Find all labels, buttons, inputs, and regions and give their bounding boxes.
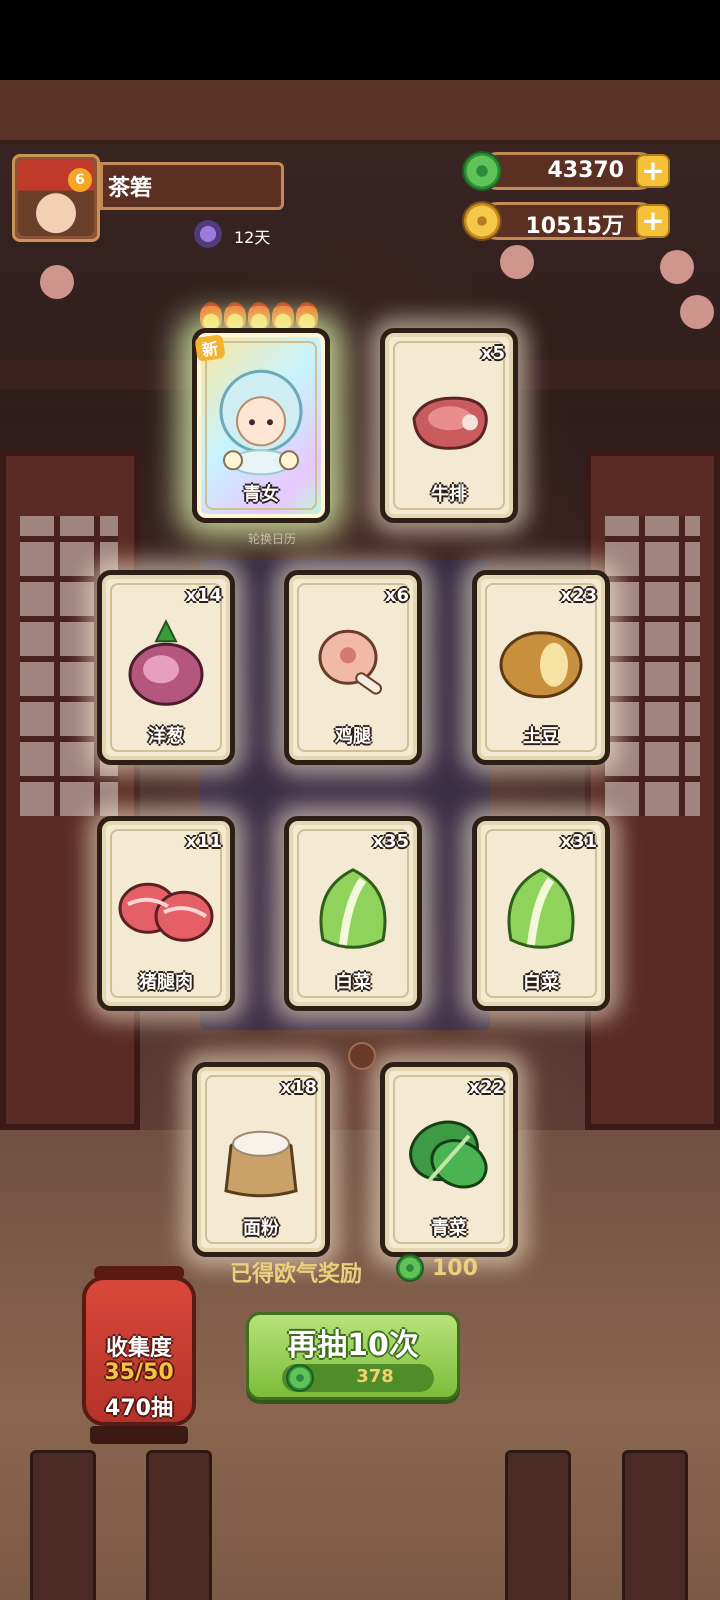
blossom-decoration (500, 245, 534, 279)
chicken-leg-icon (308, 619, 398, 713)
status-bar (0, 0, 720, 80)
card-quantity: x5 (480, 343, 505, 364)
wall-beam (0, 360, 720, 390)
card-item[interactable]: x18 面粉 (192, 1062, 330, 1257)
draw-cost: 378 (356, 1366, 394, 1387)
card-label: 面粉 (243, 1218, 279, 1239)
jade-amount: 43370 (547, 158, 624, 183)
rail-post (505, 1450, 571, 1600)
card-item[interactable]: x31 白菜 (472, 816, 610, 1011)
character-qingnv-icon (211, 366, 311, 480)
card-label: 白菜 (523, 972, 559, 993)
card-label: 猪腿肉 (139, 972, 193, 993)
add-coins-button[interactable]: + (636, 204, 670, 238)
rail-post (622, 1450, 688, 1600)
card-quantity: x11 (185, 831, 222, 852)
lucky-reward-label: 已得欧气奖励 (230, 1262, 363, 1287)
rotation-calendar-label[interactable]: 轮换日历 (248, 530, 296, 547)
lantern-stand (90, 1426, 188, 1444)
add-jade-button[interactable]: + (636, 154, 670, 188)
card-item[interactable]: x22 青菜 (380, 1062, 518, 1257)
card-label: 牛排 (431, 484, 467, 505)
roof-beam (0, 80, 720, 144)
flame-icon (248, 302, 270, 330)
card-label: 青女 (243, 484, 279, 505)
card-quantity: x31 (560, 831, 597, 852)
coin-amount: 10515万 (525, 214, 624, 239)
calendar-icon (194, 220, 222, 248)
lucky-reward-value: 100 (432, 1256, 478, 1281)
card-item[interactable]: x35 白菜 (284, 816, 422, 1011)
flame-icon (200, 302, 222, 330)
potato-icon (496, 625, 586, 709)
new-badge: 新 (194, 334, 226, 362)
card-quantity: x14 (185, 585, 222, 606)
card-label: 白菜 (335, 972, 371, 993)
card-item[interactable]: x5 牛排 (380, 328, 518, 523)
left-door (0, 450, 140, 1130)
flame-icon (272, 302, 294, 330)
greens-icon (399, 1106, 499, 1210)
right-door (585, 450, 720, 1130)
card-quantity: x18 (280, 1077, 317, 1098)
jade-icon (286, 1364, 314, 1392)
rail-post (146, 1450, 212, 1600)
pork-icon (116, 876, 216, 950)
flour-icon (211, 1106, 311, 1210)
cabbage-icon (491, 860, 591, 964)
flame-icon (296, 302, 318, 330)
level-badge-icon: 6 (68, 168, 92, 192)
login-days: 12天 (234, 228, 271, 247)
collection-draw-count: 470抽 (105, 1396, 173, 1421)
cabbage-icon (303, 860, 403, 964)
steak-icon (404, 388, 494, 462)
blossom-decoration (660, 250, 694, 284)
jade-icon (396, 1254, 424, 1282)
card-label: 鸡腿 (335, 726, 371, 747)
card-label: 青菜 (431, 1218, 467, 1239)
card-quantity: x22 (468, 1077, 505, 1098)
rail-post (30, 1450, 96, 1600)
card-item[interactable]: x14 洋葱 (97, 570, 235, 765)
flame-icon (224, 302, 246, 330)
draw-again-label: 再抽10次 (287, 1328, 419, 1363)
collection-title: 收集度 (105, 1336, 172, 1361)
card-quantity: x23 (560, 585, 597, 606)
right-lattice (605, 516, 700, 816)
card-item[interactable]: x11 猪腿肉 (97, 816, 235, 1011)
card-label: 洋葱 (148, 726, 184, 747)
blossom-decoration (680, 295, 714, 329)
card-label: 土豆 (523, 726, 559, 747)
collection-progress: 35/50 (104, 1360, 174, 1385)
card-quantity: x6 (384, 585, 409, 606)
card-quantity: x35 (372, 831, 409, 852)
onion-icon (121, 619, 211, 713)
blossom-decoration (40, 265, 74, 299)
player-name: 茶箬 (108, 176, 153, 201)
ornament-icon (348, 1042, 376, 1070)
card-item[interactable]: x6 鸡腿 (284, 570, 422, 765)
card-item[interactable]: x23 土豆 (472, 570, 610, 765)
